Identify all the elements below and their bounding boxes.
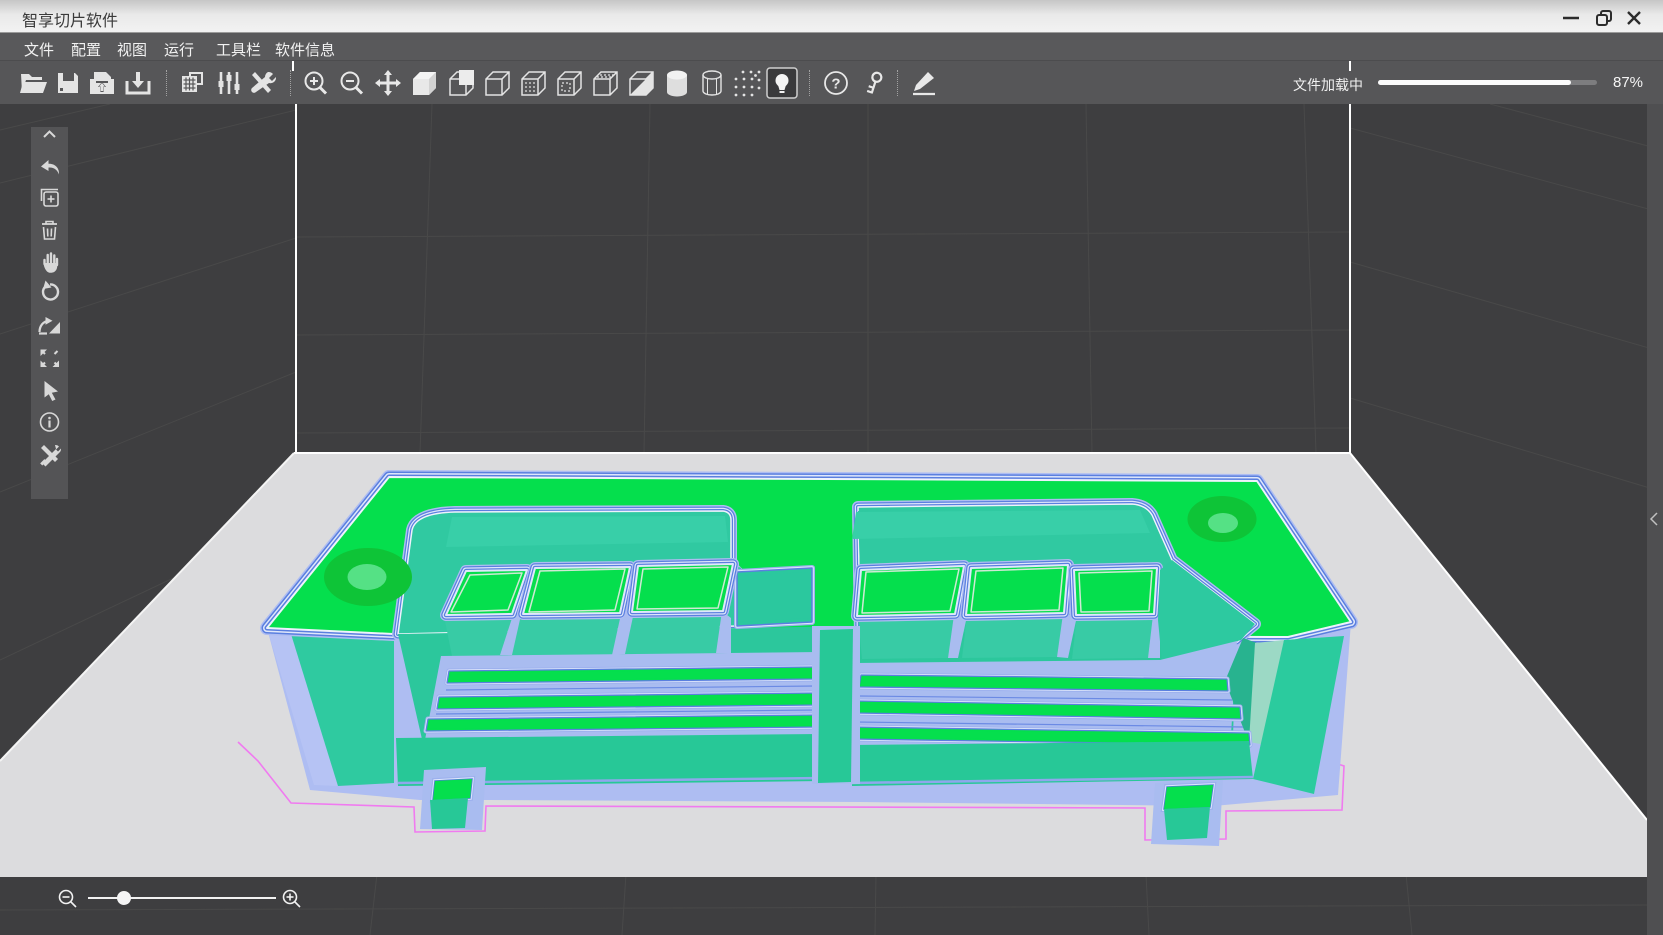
svg-text:?: ? [831, 76, 840, 93]
